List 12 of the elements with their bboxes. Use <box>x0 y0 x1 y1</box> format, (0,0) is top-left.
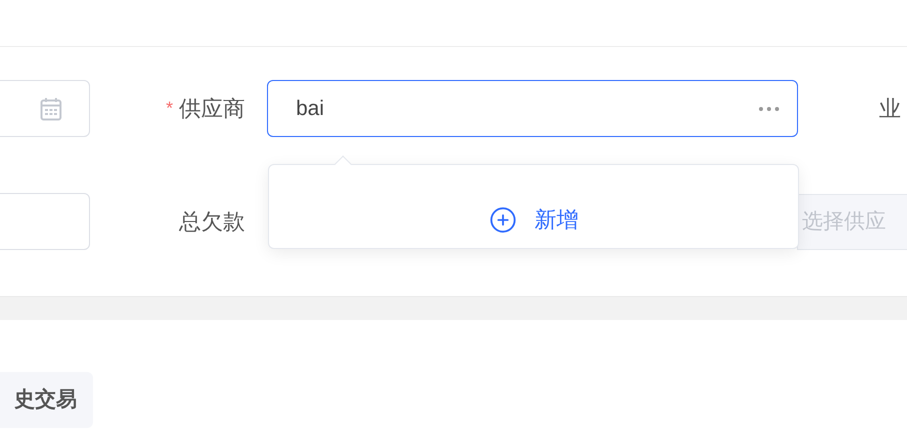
field-label: 业 <box>879 95 901 123</box>
plus-circle-icon <box>488 206 516 234</box>
calendar-icon <box>40 96 62 120</box>
required-asterisk: * <box>166 97 173 120</box>
field-label: 总欠款 <box>179 208 245 236</box>
supplier-input[interactable]: bai <box>267 80 798 137</box>
add-button[interactable]: 新增 <box>488 203 578 236</box>
field-label: 供应商 <box>179 95 245 123</box>
more-icon <box>759 106 779 110</box>
date-field[interactable] <box>0 80 90 137</box>
text-field[interactable] <box>0 193 90 250</box>
history-button[interactable]: 史交易 <box>0 372 93 428</box>
